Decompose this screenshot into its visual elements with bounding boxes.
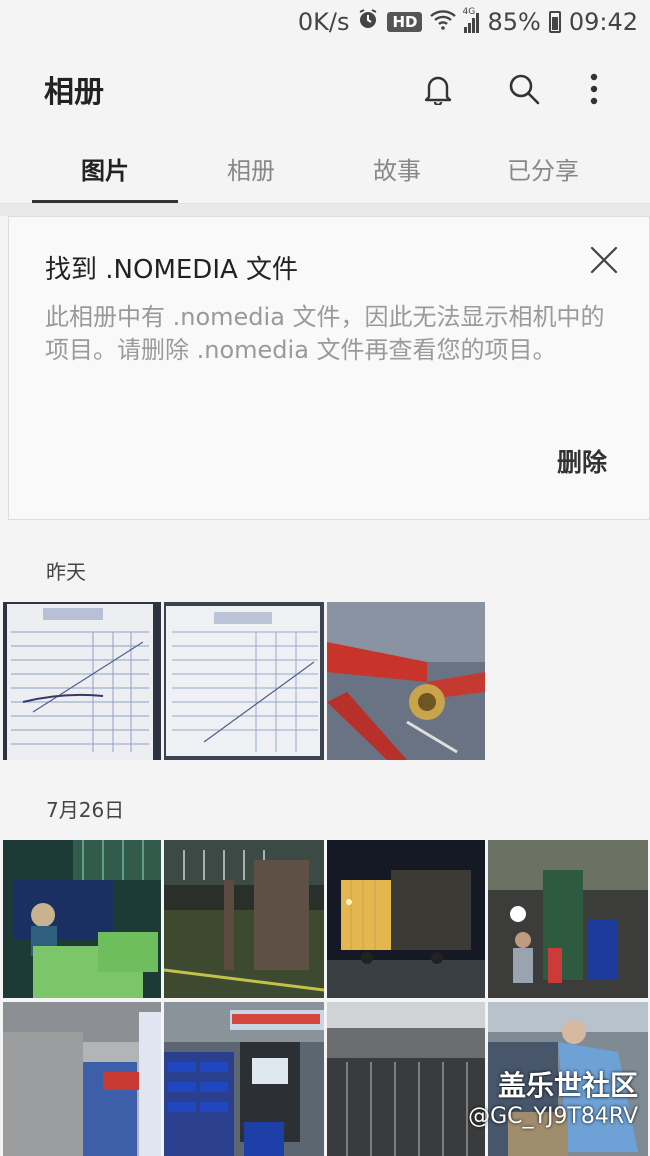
wifi-icon <box>430 8 457 36</box>
photo-thumbnail[interactable] <box>327 840 485 998</box>
network-speed: 0K/s <box>297 8 350 36</box>
clock: 09:42 <box>568 8 638 36</box>
tab-albums[interactable]: 相册 <box>178 134 324 203</box>
delete-button[interactable]: 删除 <box>557 443 607 479</box>
battery-percent: 85% <box>487 8 541 36</box>
tab-bar: 图片 相册 故事 已分享 <box>0 134 650 204</box>
signal-icon: 4G <box>462 7 480 33</box>
photo-thumbnail[interactable] <box>164 602 324 760</box>
section-header-yesterday: 昨天 <box>46 560 86 584</box>
hd-badge: HD <box>387 12 423 32</box>
photo-thumbnail[interactable] <box>327 602 485 760</box>
watermark-user: @GC_YJ9T84RV <box>468 1104 638 1129</box>
notice-title: 找到 .NOMEDIA 文件 <box>45 255 299 285</box>
alarm-icon <box>357 8 379 36</box>
tab-photos[interactable]: 图片 <box>32 134 178 203</box>
nomedia-notice-card: 找到 .NOMEDIA 文件 此相册中有 .nomedia 文件，因此无法显示相… <box>8 216 650 520</box>
bell-icon[interactable] <box>418 69 458 109</box>
divider <box>0 204 650 216</box>
watermark-community: 盖乐世社区 <box>497 1069 638 1102</box>
tab-shared[interactable]: 已分享 <box>470 134 616 203</box>
battery-icon <box>548 11 561 33</box>
photo-thumbnail[interactable] <box>488 840 648 998</box>
notice-body: 此相册中有 .nomedia 文件，因此无法显示相机中的项目。请删除 .nome… <box>45 303 605 364</box>
page-title: 相册 <box>44 75 104 110</box>
photo-thumbnail[interactable] <box>327 1002 485 1156</box>
search-icon[interactable] <box>504 69 544 109</box>
status-bar: 0K/s HD 4G 85% 09:42 <box>0 0 650 44</box>
photo-thumbnail[interactable] <box>3 1002 161 1156</box>
photo-thumbnail[interactable] <box>3 602 161 760</box>
photo-thumbnail[interactable] <box>164 840 324 998</box>
app-bar: 相册 <box>0 44 650 134</box>
network-type: 4G <box>462 7 476 17</box>
close-icon[interactable] <box>587 243 621 277</box>
section-header-july-26: 7月26日 <box>46 798 125 822</box>
tab-stories[interactable]: 故事 <box>324 134 470 203</box>
photo-thumbnail[interactable] <box>164 1002 324 1156</box>
photo-thumbnail[interactable] <box>3 840 161 998</box>
more-vert-icon[interactable] <box>574 69 614 109</box>
